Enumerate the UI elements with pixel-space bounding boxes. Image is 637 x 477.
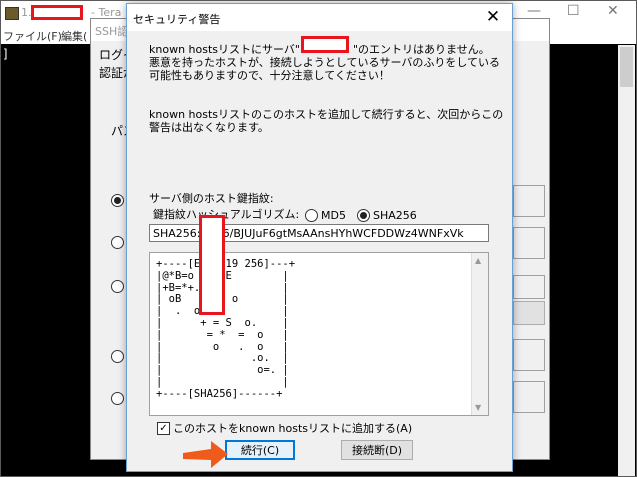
message-line5: 警告は出なくなります。 [149, 121, 269, 134]
teraterm-icon [5, 7, 19, 20]
scroll-up-icon[interactable]: ▲ [475, 256, 481, 265]
security-dialog-titlebar: セキュリティ警告 ✕ [127, 4, 512, 31]
ssh-radio-rhosts[interactable] [111, 280, 124, 293]
radio-md5[interactable] [305, 209, 318, 222]
ssh-radio-password[interactable] [111, 194, 124, 207]
maximize-icon[interactable]: ☐ [567, 3, 580, 19]
message-line1-a: known hostsリストにサーバ" [149, 43, 300, 56]
scrollbar-thumb[interactable] [620, 47, 633, 87]
menu-edit[interactable]: 編集( [61, 28, 87, 44]
ssh-field-right-1[interactable] [513, 185, 545, 217]
message-line3: 可能性もありますので、十分注意してください！ [149, 69, 390, 82]
ssh-field-right-2[interactable] [513, 227, 545, 259]
randomart-scrollbar[interactable]: ▲ ▼ [471, 253, 488, 415]
main-title-prefix: 1. [21, 6, 32, 19]
ssh-field-right-4[interactable] [513, 339, 545, 371]
radio-sha256-label: SHA256 [373, 209, 417, 222]
ssh-radio-keyboard[interactable] [111, 350, 124, 363]
minimize-icon[interactable]: — [527, 3, 541, 19]
add-host-checkbox-label: このホストをknown hostsリストに追加する(A) [173, 422, 413, 435]
radio-md5-label: MD5 [321, 209, 346, 222]
ssh-radio-pageant[interactable] [111, 392, 124, 405]
redaction-box-host [301, 36, 349, 53]
continue-button[interactable]: 続行(C) [225, 440, 295, 460]
security-warning-dialog: セキュリティ警告 ✕ known hostsリストにサーバ" "のエントリはあり… [126, 3, 513, 472]
message-line1-b: "のエントリはありません。 [353, 43, 490, 56]
fingerprint-label: サーバ側のホスト鍵指紋: [149, 192, 274, 205]
randomart-text: +----[ED25519 256]---+ |@*B=o +E | |+B=*… [156, 258, 296, 400]
close-icon[interactable]: ✕ [482, 7, 504, 27]
terminal-scrollbar[interactable] [618, 45, 635, 476]
security-dialog-title: セキュリティ警告 [133, 13, 221, 26]
redaction-box-title [31, 5, 83, 20]
ssh-button-right[interactable] [513, 301, 545, 325]
ssh-field-right-3[interactable] [513, 275, 545, 299]
redaction-box-fingerprint [199, 215, 225, 315]
message-line4: known hostsリストのこのホストを追加して続行すると、次回からこの [149, 108, 504, 121]
message-line2: 悪意を持ったホストが、接続しようとしているサーバのふりをしている [149, 56, 501, 69]
disconnect-button[interactable]: 接続断(D) [341, 440, 413, 460]
hash-algo-label: 鍵指紋ハッシュアルゴリズム: [153, 208, 300, 221]
ssh-field-right-5[interactable] [513, 381, 545, 413]
radio-sha256[interactable] [357, 209, 370, 222]
pointer-arrow-icon [183, 441, 228, 468]
menu-file[interactable]: ファイル(F) [3, 28, 62, 44]
close-window-icon[interactable]: ✕ [607, 3, 619, 19]
ssh-radio-rsa[interactable] [111, 236, 124, 249]
add-host-checkbox[interactable]: ✓ [157, 422, 170, 435]
terminal-cursor: ] [2, 47, 10, 61]
scroll-down-icon[interactable]: ▼ [475, 403, 481, 412]
